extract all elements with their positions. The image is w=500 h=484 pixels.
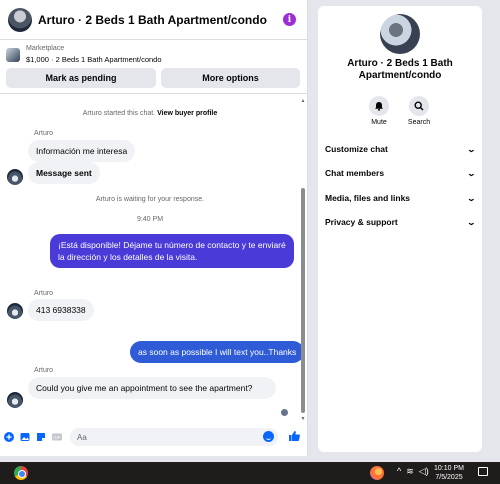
mark-as-pending-button[interactable]: Mark as pending: [6, 68, 156, 88]
sender-name: Arturo: [34, 290, 54, 297]
chrome-icon[interactable]: [14, 466, 28, 480]
section-label: Media, files and links: [325, 193, 411, 203]
chat-header: Arturo · 2 Beds 1 Bath Apartment/condo i: [0, 0, 308, 40]
listing-thumbnail[interactable]: [6, 48, 20, 62]
outgoing-message: ¡Está disponible! Déjame tu número de co…: [50, 234, 294, 268]
mute-label: Mute: [371, 119, 387, 126]
message-list: Arturo started this chat. View buyer pro…: [0, 95, 308, 425]
info-icon[interactable]: i: [283, 13, 296, 26]
profile-panel: Arturo · 2 Beds 1 Bath Apartment/condo M…: [318, 6, 482, 452]
message-scrollbar[interactable]: ▲ ▼: [300, 96, 306, 426]
contact-avatar-small[interactable]: [7, 303, 23, 319]
chevron-down-icon: ⌄: [466, 193, 477, 203]
marketplace-label: Marketplace: [26, 45, 65, 52]
incoming-message: Message sent: [28, 162, 100, 184]
contact-avatar-small[interactable]: [7, 169, 23, 185]
scroll-down-icon[interactable]: ▼: [300, 416, 306, 422]
search-label: Search: [407, 119, 431, 126]
chevron-down-icon: ⌄: [466, 168, 477, 178]
wifi-icon[interactable]: ≋: [406, 466, 414, 477]
section-privacy-support[interactable]: Privacy & support ⌄: [325, 217, 477, 227]
photo-icon[interactable]: [20, 432, 30, 442]
notification-icon[interactable]: [478, 467, 488, 476]
chevron-up-icon[interactable]: ^: [397, 466, 401, 477]
section-label: Privacy & support: [325, 217, 398, 227]
section-label: Customize chat: [325, 144, 388, 154]
firefox-icon[interactable]: [370, 466, 384, 480]
chat-started-notice: Arturo started this chat. View buyer pro…: [0, 110, 300, 117]
system-tray: ^ ≋ ◁): [397, 466, 429, 477]
message-timestamp: 9:40 PM: [136, 216, 164, 223]
mute-button[interactable]: Mute: [359, 96, 399, 126]
incoming-message: Could you give me an appointment to see …: [28, 377, 276, 399]
plus-icon[interactable]: [4, 432, 14, 442]
taskbar-clock[interactable]: 10:10 PM 7/5/2025: [434, 464, 464, 482]
emoji-icon[interactable]: [263, 431, 274, 442]
gif-icon[interactable]: GIF: [52, 432, 62, 442]
outgoing-message: as soon as possible I will text you..Tha…: [130, 341, 305, 363]
chevron-down-icon: ⌄: [466, 217, 477, 227]
clock-date: 7/5/2025: [435, 474, 463, 481]
view-buyer-profile-link[interactable]: View buyer profile: [157, 110, 217, 117]
chat-panel: Arturo · 2 Beds 1 Bath Apartment/condo i…: [0, 0, 308, 456]
section-chat-members[interactable]: Chat members ⌄: [325, 168, 477, 178]
incoming-message: 413 6938338: [28, 299, 94, 321]
message-placeholder: Aa: [77, 432, 87, 442]
profile-avatar[interactable]: [380, 14, 420, 54]
thumbs-up-icon[interactable]: [288, 430, 300, 445]
chat-started-text: Arturo started this chat.: [82, 110, 156, 117]
sender-name: Arturo: [34, 130, 54, 137]
message-composer: GIF Aa: [0, 425, 308, 449]
scrollbar-thumb[interactable]: [301, 188, 305, 413]
section-customize-chat[interactable]: Customize chat ⌄: [325, 144, 477, 154]
contact-avatar[interactable]: [8, 7, 32, 32]
scroll-up-icon[interactable]: ▲: [300, 98, 306, 104]
section-media-files-links[interactable]: Media, files and links ⌄: [325, 193, 477, 203]
svg-text:GIF: GIF: [53, 435, 61, 440]
search-button[interactable]: Search: [399, 96, 439, 126]
seen-indicator: [281, 409, 288, 416]
clock-time: 10:10 PM: [434, 465, 464, 472]
contact-avatar-small[interactable]: [7, 392, 23, 408]
more-options-button[interactable]: More options: [161, 68, 300, 88]
section-label: Chat members: [325, 168, 385, 178]
profile-name: Arturo · 2 Beds 1 Bath Apartment/condo: [347, 58, 453, 81]
chevron-down-icon: ⌄: [466, 144, 477, 154]
listing-title[interactable]: $1,000 · 2 Beds 1 Bath Apartment/condo: [26, 55, 162, 64]
volume-icon[interactable]: ◁): [419, 466, 429, 477]
sender-name: Arturo: [34, 367, 54, 374]
waiting-notice: Arturo is waiting for your response.: [95, 196, 205, 203]
search-icon[interactable]: [409, 96, 429, 116]
taskbar: ^ ≋ ◁) 10:10 PM 7/5/2025: [0, 462, 500, 484]
chat-title[interactable]: Arturo · 2 Beds 1 Bath Apartment/condo: [38, 13, 267, 27]
incoming-message: Información me interesa: [28, 140, 136, 162]
message-input[interactable]: Aa: [70, 428, 278, 446]
sticker-icon[interactable]: [36, 432, 46, 442]
bell-icon[interactable]: [369, 96, 389, 116]
